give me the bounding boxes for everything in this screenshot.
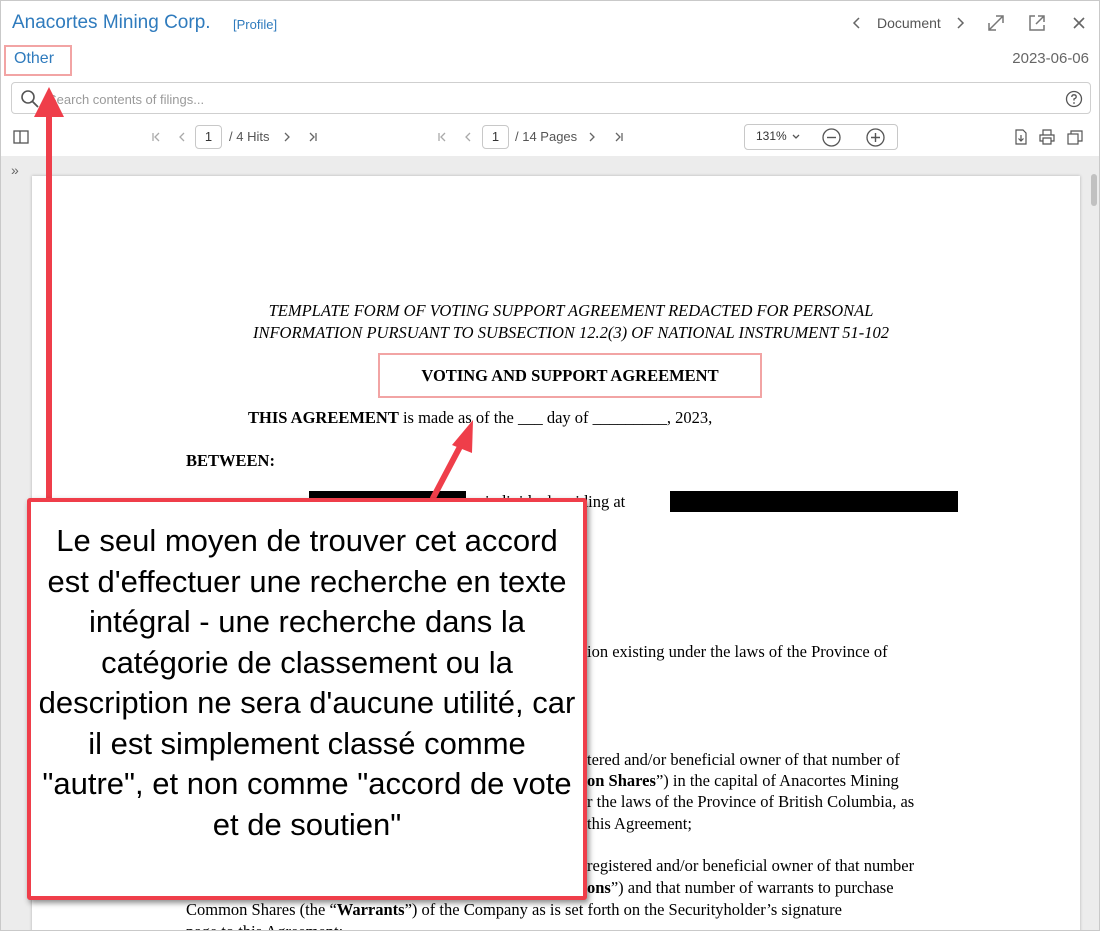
chevron-left-icon[interactable] (846, 12, 868, 34)
doc-para2-rest: ”) and that number of warrants to purcha… (610, 878, 894, 897)
doc-para2-line3-b: ”) of the Company as is set forth on the… (404, 900, 842, 919)
doc-heading-line-1: TEMPLATE FORM OF VOTING SUPPORT AGREEMEN… (268, 301, 874, 320)
chevron-down-icon[interactable] (791, 132, 801, 142)
download-icon[interactable] (1013, 129, 1029, 145)
expand-icon[interactable] (985, 12, 1007, 34)
redaction-block (670, 491, 958, 512)
zoom-control: 131% (744, 124, 898, 150)
doc-para1-rest: ”) in the capital of Anacortes Mining (655, 771, 899, 790)
zoom-out-icon[interactable] (821, 127, 842, 148)
zoom-level-select[interactable]: 131% (756, 129, 787, 143)
last-page-icon[interactable] (611, 129, 627, 145)
doc-province-line: ion existing under the laws of the Provi… (587, 642, 888, 661)
prev-icon[interactable] (460, 129, 476, 145)
first-page-icon[interactable] (148, 129, 164, 145)
doc-intro-line: THIS AGREEMENT is made as of the ___ day… (248, 407, 712, 429)
doc-para2-line-4: page to this Agreement; (186, 921, 343, 930)
next-icon[interactable] (279, 129, 295, 145)
doc-para1-bold: on Shares (587, 771, 656, 790)
sidebar-toggle-icon[interactable] (13, 129, 29, 145)
print-icon[interactable] (1039, 129, 1055, 145)
doc-para1-line-2: on Shares”) in the capital of Anacortes … (587, 770, 899, 792)
annotation-text: Le seul moyen de trouver cet accord est … (38, 523, 576, 842)
next-icon[interactable] (584, 129, 600, 145)
last-page-icon[interactable] (305, 129, 321, 145)
search-input[interactable] (48, 88, 1048, 110)
help-icon[interactable] (1065, 90, 1083, 108)
doc-para2-line3-a: Common Shares (the “ (186, 900, 337, 919)
scrollbar-thumb[interactable] (1091, 174, 1097, 206)
doc-para2-line-1: registered and/or beneficial owner of th… (587, 856, 915, 875)
filing-date: 2023-06-06 (1012, 50, 1089, 67)
expand-sidebar-icon[interactable]: » (11, 162, 19, 178)
company-name[interactable]: Anacortes Mining Corp. (12, 12, 211, 34)
doc-para2-line3-bold: Warrants (336, 900, 405, 919)
scrollbar[interactable] (1089, 171, 1099, 930)
doc-para2-bold: ons (587, 878, 611, 897)
profile-link[interactable]: [Profile] (233, 17, 277, 32)
hits-total-label: / 4 Hits (229, 129, 270, 144)
close-icon[interactable] (1068, 12, 1090, 34)
hits-current-input[interactable]: 1 (195, 125, 222, 149)
copy-icon[interactable] (1067, 129, 1083, 145)
doc-para1-line-3: r the laws of the Province of British Co… (587, 792, 915, 811)
filing-viewer-window: Anacortes Mining Corp. [Profile] Documen… (0, 0, 1100, 931)
popout-icon[interactable] (1026, 12, 1048, 34)
document-nav-label: Document (877, 15, 941, 31)
prev-icon[interactable] (174, 129, 190, 145)
doc-heading-line-2: INFORMATION PURSUANT TO SUBSECTION 12.2(… (252, 323, 890, 342)
doc-para2-line-3: Common Shares (the “Warrants”) of the Co… (186, 899, 842, 921)
pages-total-label: / 14 Pages (515, 129, 578, 144)
first-page-icon[interactable] (434, 129, 450, 145)
doc-intro-rest: is made as of the ___ day of _________, … (398, 408, 713, 427)
filing-category-label: Other (4, 45, 72, 76)
doc-title: VOTING AND SUPPORT AGREEMENT (421, 366, 719, 385)
zoom-in-icon[interactable] (865, 127, 886, 148)
page-current-input[interactable]: 1 (482, 125, 509, 149)
doc-between: BETWEEN: (186, 451, 275, 470)
doc-para2-line-2: ons”) and that number of warrants to pur… (587, 877, 894, 899)
doc-para1-line-1: tered and/or beneficial owner of that nu… (587, 750, 900, 769)
search-icon (21, 90, 39, 108)
search-bar (11, 82, 1091, 114)
doc-intro-bold: THIS AGREEMENT (248, 408, 399, 427)
chevron-right-icon[interactable] (949, 12, 971, 34)
doc-para1-line-4: this Agreement; (587, 814, 692, 833)
